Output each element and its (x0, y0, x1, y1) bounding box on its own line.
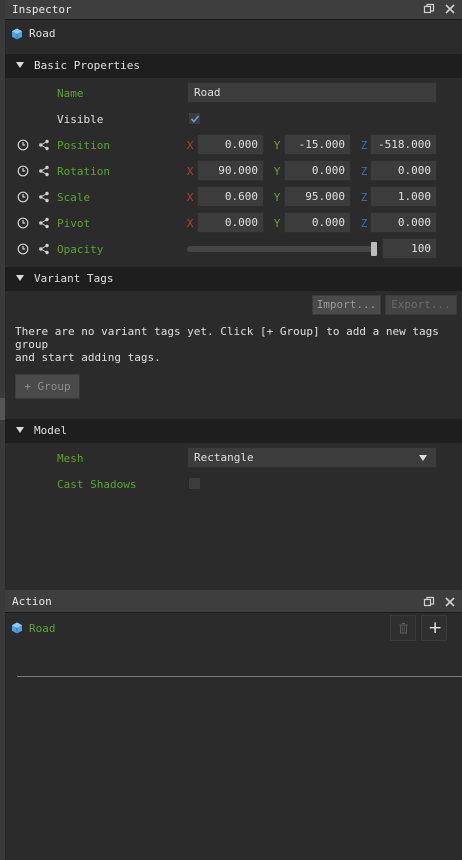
collapse-arrow-icon[interactable] (16, 427, 24, 433)
rotation-x-field[interactable]: 90.000 (197, 160, 264, 181)
action-divider (17, 676, 462, 677)
trash-icon (399, 623, 408, 634)
axis-x-label: X (186, 165, 194, 178)
section-basic-properties[interactable]: Basic Properties (5, 54, 462, 78)
section-label: Variant Tags (34, 272, 114, 285)
inspector-object-name: Road (29, 27, 56, 40)
restore-window-icon[interactable] (423, 3, 435, 15)
link-icon[interactable] (38, 217, 50, 229)
position-label: Position (57, 139, 110, 152)
axis-y-label: Y (273, 191, 281, 204)
chevron-down-icon (419, 455, 427, 461)
inspector-object-header: Road (5, 21, 462, 53)
variant-tags-empty-message: There are no variant tags yet. Click [+ … (15, 325, 439, 364)
position-z-field[interactable]: -518.000 (370, 134, 437, 155)
section-label: Basic Properties (34, 59, 140, 72)
collapse-arrow-icon[interactable] (16, 275, 24, 281)
plus-icon: + (428, 618, 443, 638)
visible-checkbox[interactable] (188, 112, 201, 125)
axis-x-label: X (186, 139, 194, 152)
scale-label: Scale (57, 191, 91, 204)
position-y-field[interactable]: -15.000 (284, 134, 351, 155)
axis-y-label: Y (273, 139, 281, 152)
add-action-button[interactable]: + (421, 615, 447, 641)
close-icon[interactable] (444, 596, 456, 608)
restore-window-icon[interactable] (423, 596, 435, 608)
section-label: Model (34, 424, 68, 437)
checkmark-icon (190, 115, 200, 123)
close-icon[interactable] (444, 3, 456, 15)
opacity-field[interactable]: 100 (382, 238, 437, 259)
delete-action-button[interactable] (390, 615, 416, 641)
link-icon[interactable] (38, 139, 50, 151)
name-field[interactable]: Road (187, 82, 437, 103)
axis-z-label: Z (360, 217, 368, 230)
clock-icon[interactable] (17, 139, 29, 151)
cast-shadows-label: Cast Shadows (57, 478, 137, 491)
mesh-dropdown-value: Rectangle (194, 451, 254, 464)
clock-icon[interactable] (17, 165, 29, 177)
opacity-slider-handle[interactable] (371, 242, 377, 256)
inspector-titlebar: Inspector (5, 0, 462, 20)
mesh-dropdown[interactable]: Rectangle (187, 447, 437, 468)
name-label: Name (57, 87, 84, 100)
cube-icon (12, 28, 22, 40)
pivot-label: Pivot (57, 217, 91, 230)
rotation-label: Rotation (57, 165, 110, 178)
link-icon[interactable] (38, 243, 50, 255)
opacity-slider[interactable] (187, 246, 377, 252)
cast-shadows-checkbox[interactable] (188, 477, 201, 490)
axis-y-label: Y (273, 165, 281, 178)
position-x-field[interactable]: 0.000 (197, 134, 264, 155)
section-model[interactable]: Model (5, 419, 462, 443)
pivot-x-field[interactable]: 0.000 (197, 212, 264, 233)
cube-icon (12, 622, 22, 634)
rotation-z-field[interactable]: 0.000 (370, 160, 437, 181)
opacity-label: Opacity (57, 243, 104, 256)
axis-x-label: X (186, 217, 194, 230)
link-icon[interactable] (38, 191, 50, 203)
scale-z-field[interactable]: 1.000 (370, 186, 437, 207)
axis-y-label: Y (273, 217, 281, 230)
dock-edge-notch (0, 398, 5, 420)
rotation-y-field[interactable]: 0.000 (284, 160, 351, 181)
add-group-button[interactable]: + Group (15, 374, 80, 399)
pivot-z-field[interactable]: 0.000 (370, 212, 437, 233)
inspector-title: Inspector (12, 3, 72, 16)
action-title: Action (12, 595, 52, 608)
pivot-y-field[interactable]: 0.000 (284, 212, 351, 233)
export-button[interactable]: Export... (385, 295, 457, 315)
axis-z-label: Z (360, 165, 368, 178)
visible-label: Visible (57, 113, 104, 126)
scale-x-field[interactable]: 0.600 (197, 186, 264, 207)
clock-icon[interactable] (17, 191, 29, 203)
collapse-arrow-icon[interactable] (16, 62, 24, 68)
section-variant-tags[interactable]: Variant Tags (5, 267, 462, 291)
scale-y-field[interactable]: 95.000 (284, 186, 351, 207)
import-button[interactable]: Import... (312, 295, 381, 315)
action-titlebar: Action (5, 590, 462, 613)
action-object-name: Road (29, 622, 56, 635)
clock-icon[interactable] (17, 243, 29, 255)
mesh-label: Mesh (57, 452, 84, 465)
link-icon[interactable] (38, 165, 50, 177)
axis-x-label: X (186, 191, 194, 204)
axis-z-label: Z (360, 139, 368, 152)
axis-z-label: Z (360, 191, 368, 204)
clock-icon[interactable] (17, 217, 29, 229)
